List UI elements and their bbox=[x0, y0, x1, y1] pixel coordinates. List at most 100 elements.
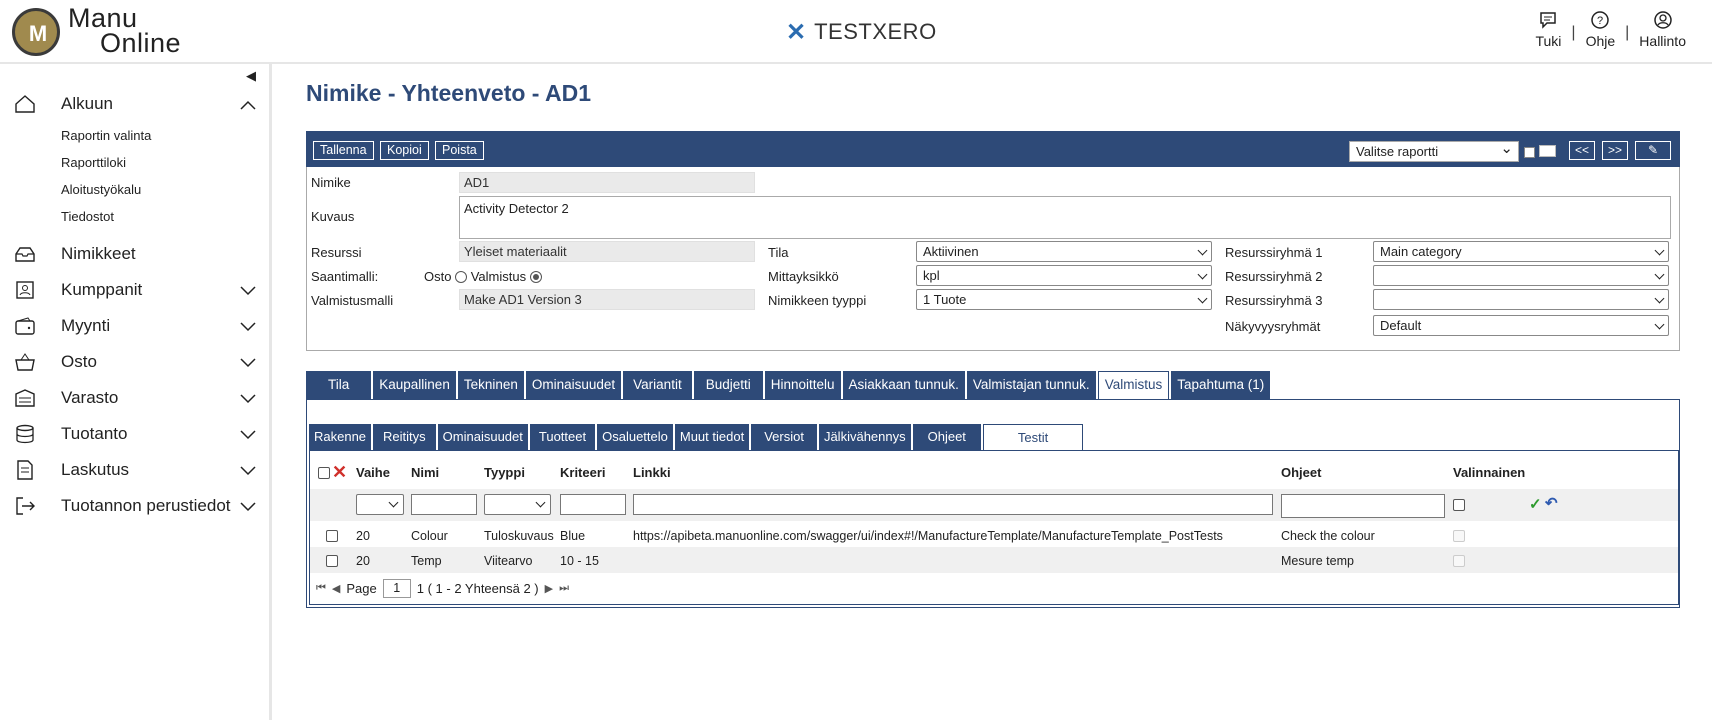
apply-filter-icon[interactable]: ✓ bbox=[1529, 495, 1542, 513]
next-record-button[interactable]: >> bbox=[1602, 141, 1628, 160]
sidebar-item-label: Tuotannon perustiedot bbox=[61, 496, 231, 515]
attachment-button[interactable]: ✎ bbox=[1635, 141, 1671, 160]
sidebar-subitem-tiedostot[interactable]: Tiedostot bbox=[61, 203, 270, 230]
filter-kriteeri-input[interactable] bbox=[560, 494, 626, 515]
tuki-link[interactable]: Tuki bbox=[1525, 10, 1571, 49]
report-checkbox[interactable] bbox=[1524, 147, 1535, 158]
col-valinnainen[interactable]: Valinnainen bbox=[1453, 465, 1525, 480]
resurssiryhma3-select[interactable] bbox=[1373, 289, 1669, 310]
tab-ominaisuudet[interactable]: Ominaisuudet bbox=[525, 371, 622, 399]
cell-linkki[interactable]: https://apibeta.manuonline.com/swagger/u… bbox=[633, 529, 1223, 543]
chevron-down-icon[interactable] bbox=[240, 466, 256, 476]
page-number-input[interactable]: 1 bbox=[382, 579, 411, 598]
tab-tapahtuma[interactable]: Tapahtuma (1) bbox=[1171, 371, 1271, 399]
filter-ohjeet-input[interactable] bbox=[1281, 494, 1445, 518]
chevron-down-icon[interactable] bbox=[240, 502, 256, 512]
page-label: Page bbox=[346, 581, 377, 596]
sidebar-item-tuotanto[interactable]: Tuotanto bbox=[0, 416, 270, 452]
chevron-down-icon[interactable] bbox=[240, 430, 256, 440]
chevron-down-icon[interactable] bbox=[240, 286, 256, 296]
report-select[interactable]: Valitse raportti bbox=[1349, 139, 1519, 162]
osto-label: Osto bbox=[424, 269, 452, 284]
sidebar-item-varasto[interactable]: Varasto bbox=[0, 380, 270, 416]
sidebar-item-osto[interactable]: Osto bbox=[0, 344, 270, 380]
tyyppi-select[interactable]: 1 Tuote bbox=[916, 289, 1212, 310]
subtab-rakenne[interactable]: Rakenne bbox=[309, 424, 372, 450]
select-all-checkbox[interactable] bbox=[318, 467, 330, 479]
filter-tyyppi-select[interactable] bbox=[484, 494, 551, 515]
resurssiryhma2-select[interactable] bbox=[1373, 265, 1669, 286]
subtab-muut-tiedot[interactable]: Muut tiedot bbox=[674, 424, 750, 450]
app-logo[interactable]: M Manu Online bbox=[12, 5, 212, 58]
sidebar-item-myynti[interactable]: Myynti bbox=[0, 308, 270, 344]
hallinto-link[interactable]: Hallinto bbox=[1629, 10, 1696, 49]
tab-valmistajan-tunnuk[interactable]: Valmistajan tunnuk. bbox=[966, 371, 1096, 399]
subtab-ohjeet[interactable]: Ohjeet bbox=[912, 424, 981, 450]
chevron-down-icon[interactable] bbox=[240, 322, 256, 332]
subtab-tuotteet[interactable]: Tuotteet bbox=[529, 424, 596, 450]
ohje-label: Ohje bbox=[1585, 33, 1616, 49]
filter-valinnainen-checkbox[interactable] bbox=[1453, 499, 1465, 511]
kuvaus-textarea[interactable]: Activity Detector 2 bbox=[459, 196, 1671, 239]
subtab-testit[interactable]: Testit bbox=[982, 424, 1084, 450]
last-page-icon[interactable]: ⏭ bbox=[559, 582, 569, 595]
filter-vaihe-select[interactable] bbox=[356, 494, 404, 515]
valmistus-radio[interactable] bbox=[529, 271, 542, 283]
first-page-icon[interactable]: ⏮ bbox=[316, 582, 326, 595]
mittayksikko-select[interactable]: kpl bbox=[916, 265, 1212, 286]
col-tyyppi[interactable]: Tyyppi bbox=[484, 465, 525, 480]
tab-kaupallinen[interactable]: Kaupallinen bbox=[373, 371, 456, 399]
row-checkbox[interactable] bbox=[326, 530, 338, 542]
prev-page-icon[interactable]: ◀ bbox=[332, 582, 340, 595]
subtab-reititys[interactable]: Reititys bbox=[373, 424, 436, 450]
filter-nimi-input[interactable] bbox=[411, 494, 477, 515]
delete-selected-icon[interactable]: ✕ bbox=[332, 462, 347, 483]
tab-hinnoittelu[interactable]: Hinnoittelu bbox=[764, 371, 841, 399]
filter-linkki-input[interactable] bbox=[633, 494, 1273, 515]
ohje-link[interactable]: ? Ohje bbox=[1576, 10, 1626, 49]
tab-asiakkaan-tunnuk[interactable]: Asiakkaan tunnuk. bbox=[842, 371, 965, 399]
col-vaihe[interactable]: Vaihe bbox=[356, 465, 390, 480]
subtab-versiot[interactable]: Versiot bbox=[751, 424, 817, 450]
osto-radio[interactable] bbox=[455, 271, 468, 283]
main-tabs: Tila Kaupallinen Tekninen Ominaisuudet V… bbox=[306, 371, 1680, 399]
tab-variantit[interactable]: Variantit bbox=[623, 371, 692, 399]
sidebar-item-nimikkeet[interactable]: Nimikkeet bbox=[0, 236, 270, 272]
tab-tekninen[interactable]: Tekninen bbox=[457, 371, 524, 399]
sidebar-item-label: Alkuun bbox=[61, 94, 113, 113]
save-button[interactable]: Tallenna bbox=[313, 141, 374, 160]
sidebar-subitem-raportin-valinta[interactable]: Raportin valinta bbox=[61, 122, 270, 149]
subtab-osaluettelo[interactable]: Osaluettelo bbox=[597, 424, 673, 450]
chat-icon bbox=[1540, 12, 1557, 29]
chevron-down-icon[interactable] bbox=[240, 358, 256, 368]
row-checkbox[interactable] bbox=[326, 555, 338, 567]
resurssiryhma1-select[interactable]: Main category bbox=[1373, 241, 1669, 262]
col-ohjeet[interactable]: Ohjeet bbox=[1281, 465, 1321, 480]
subtab-ominaisuudet[interactable]: Ominaisuudet bbox=[437, 424, 528, 450]
chevron-down-icon[interactable] bbox=[240, 394, 256, 404]
collapse-sidebar-icon[interactable]: ◀ bbox=[246, 68, 256, 84]
sidebar-item-kumppanit[interactable]: Kumppanit bbox=[0, 272, 270, 308]
sidebar-subitem-aloitustyokalu[interactable]: Aloitustyökalu bbox=[61, 176, 270, 203]
tab-budjetti[interactable]: Budjetti bbox=[693, 371, 763, 399]
delete-button[interactable]: Poista bbox=[435, 141, 484, 160]
next-page-icon[interactable]: ▶ bbox=[545, 582, 553, 595]
sidebar: ◀ Alkuun Raportin valinta Raporttiloki A… bbox=[0, 64, 272, 720]
nakyvyys-select[interactable]: Default bbox=[1373, 315, 1669, 336]
prev-record-button[interactable]: << bbox=[1569, 141, 1595, 160]
tab-tila[interactable]: Tila bbox=[306, 371, 372, 399]
col-kriteeri[interactable]: Kriteeri bbox=[560, 465, 606, 480]
copy-button[interactable]: Kopioi bbox=[380, 141, 429, 160]
subtab-jalkivahennys[interactable]: Jälkivähennys bbox=[818, 424, 911, 450]
tila-select[interactable]: Aktiivinen bbox=[916, 241, 1212, 262]
sidebar-item-alkuun[interactable]: Alkuun bbox=[0, 86, 270, 122]
sidebar-item-laskutus[interactable]: Laskutus bbox=[0, 452, 270, 488]
col-linkki[interactable]: Linkki bbox=[633, 465, 671, 480]
chevron-up-icon[interactable] bbox=[240, 100, 256, 110]
sidebar-item-tuotannon-perustiedot[interactable]: Tuotannon perustiedot bbox=[0, 488, 270, 524]
sidebar-subitem-raporttiloki[interactable]: Raporttiloki bbox=[61, 149, 270, 176]
tab-valmistus[interactable]: Valmistus bbox=[1097, 371, 1170, 399]
col-nimi[interactable]: Nimi bbox=[411, 465, 439, 480]
mail-icon[interactable] bbox=[1539, 145, 1556, 157]
reset-filter-icon[interactable]: ↶ bbox=[1545, 494, 1558, 512]
